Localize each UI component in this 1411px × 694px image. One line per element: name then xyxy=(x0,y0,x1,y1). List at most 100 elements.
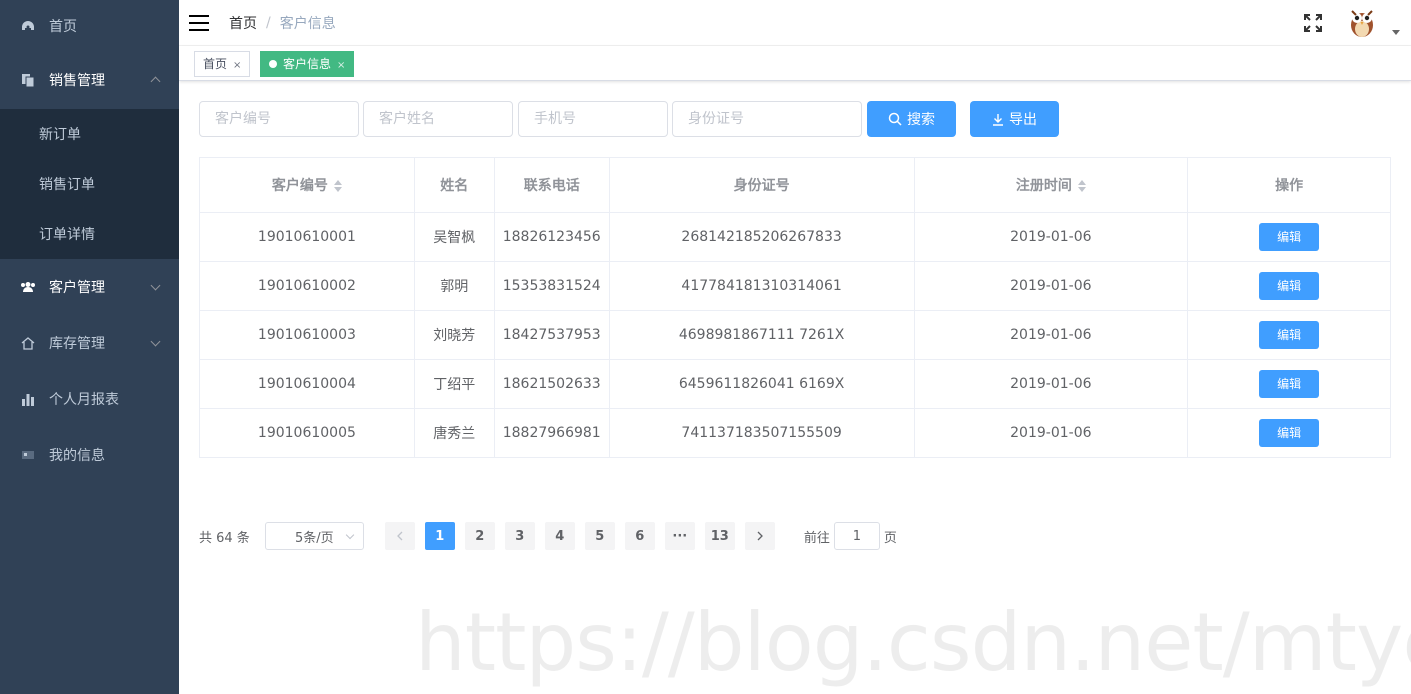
table-cell: 唐秀兰 xyxy=(413,408,495,458)
sidebar-item-new-order[interactable]: 新订单 xyxy=(0,109,179,159)
chevron-down-icon xyxy=(345,530,355,540)
page-button[interactable]: 2 xyxy=(464,522,495,550)
sort-icon[interactable] xyxy=(1077,180,1086,192)
table-cell: 741137183507155509 xyxy=(608,408,915,458)
sidebar-item-order-detail[interactable]: 订单详情 xyxy=(0,209,179,259)
customer-no-input[interactable] xyxy=(199,101,359,137)
goto-page-input[interactable] xyxy=(833,522,880,550)
sidebar-item-home[interactable]: 首页 xyxy=(0,0,179,51)
sidebar-item-label: 销售管理 xyxy=(49,73,105,89)
export-button-label: 导出 xyxy=(1009,112,1037,128)
id-card-icon xyxy=(20,447,36,463)
hamburger-icon[interactable] xyxy=(189,14,209,31)
table-row: 19010610003 刘晓芳 18427537953 4698981867111 7… xyxy=(199,310,1391,360)
caret-down-icon[interactable] xyxy=(1392,30,1400,35)
table-cell: 268142185206267833 xyxy=(608,212,915,262)
table-cell: 2019-01-06 xyxy=(913,261,1189,311)
table-cell: 19010610005 xyxy=(199,408,415,458)
table-row: 19010610004 丁绍平 18621502633 6459611826041 6… xyxy=(199,359,1391,409)
page-jumper: 前往 页 xyxy=(804,522,897,550)
table-cell: 19010610001 xyxy=(199,212,415,262)
navbar: 首页 / 客户信息 xyxy=(179,0,1411,46)
close-icon[interactable]: × xyxy=(233,60,241,71)
id-no-input[interactable] xyxy=(672,101,862,137)
fullscreen-icon[interactable] xyxy=(1303,13,1323,33)
page-size-value: 5条/页 xyxy=(294,530,334,546)
avatar[interactable] xyxy=(1347,5,1377,39)
page-button[interactable]: 13 xyxy=(704,522,735,550)
sidebar-item-inventory[interactable]: 库存管理 xyxy=(0,315,179,371)
home-icon xyxy=(20,335,36,351)
sidebar: 首页 销售管理 新订单 销售订单 订单详情 客户管理 库存管理 个人月报表 我的… xyxy=(0,0,179,694)
chevron-right-icon xyxy=(757,531,763,541)
table-row: 19010610002 郭明 15353831524 4177841813103140… xyxy=(199,261,1391,311)
page-list: 1 2 3 4 5 6 ··· 13 xyxy=(424,522,745,550)
page-button[interactable]: 4 xyxy=(544,522,575,550)
action-cell: 编辑 xyxy=(1187,261,1391,311)
close-icon[interactable]: × xyxy=(337,60,345,71)
tag-home[interactable]: 首页 × xyxy=(194,51,251,77)
chevron-up-icon xyxy=(150,76,161,87)
more-pages-button[interactable]: ··· xyxy=(664,522,695,550)
copy-icon xyxy=(20,72,36,88)
next-page-button[interactable] xyxy=(744,522,775,550)
table-cell: 吴智枫 xyxy=(413,212,495,262)
dashboard-icon xyxy=(20,18,36,34)
page-suffix: 页 xyxy=(883,530,897,546)
page-button[interactable]: 1 xyxy=(424,522,455,550)
watermark: https://blog.csdn.net/mtyedu xyxy=(415,596,1411,689)
prev-page-button[interactable] xyxy=(384,522,415,550)
sidebar-item-customers[interactable]: 客户管理 xyxy=(0,259,179,315)
edit-button[interactable]: 编辑 xyxy=(1259,370,1320,398)
chevron-down-icon xyxy=(150,336,161,347)
table-cell: 15353831524 xyxy=(493,261,610,311)
column-header[interactable]: 客户编号 xyxy=(199,157,415,213)
sidebar-item-my-info[interactable]: 我的信息 xyxy=(0,427,179,483)
sidebar-item-sales[interactable]: 销售管理 xyxy=(0,51,179,109)
edit-button[interactable]: 编辑 xyxy=(1259,419,1320,447)
submenu-sales: 新订单 销售订单 订单详情 xyxy=(0,109,179,259)
table-cell: 4698981867111 7261X xyxy=(608,310,915,360)
page-button[interactable]: 3 xyxy=(504,522,535,550)
column-header: 身份证号 xyxy=(608,157,915,213)
sidebar-item-sales-order[interactable]: 销售订单 xyxy=(0,159,179,209)
sort-icon[interactable] xyxy=(333,180,342,192)
download-icon xyxy=(993,113,1003,126)
page-size-select[interactable]: 5条/页 xyxy=(264,522,364,550)
tag-customer-info[interactable]: 客户信息 × xyxy=(260,51,355,77)
people-icon xyxy=(20,279,36,295)
sidebar-item-label: 新订单 xyxy=(39,127,81,143)
breadcrumb: 首页 / 客户信息 xyxy=(229,13,336,33)
table-cell: 18826123456 xyxy=(493,212,610,262)
phone-input[interactable] xyxy=(518,101,668,137)
column-header[interactable]: 注册时间 xyxy=(913,157,1189,213)
sidebar-item-label: 销售订单 xyxy=(39,177,95,193)
table-cell: 6459611826041 6169X xyxy=(608,359,915,409)
edit-button[interactable]: 编辑 xyxy=(1259,321,1320,349)
bar-chart-icon xyxy=(20,391,36,407)
table-cell: 19010610002 xyxy=(199,261,415,311)
table-cell: 18427537953 xyxy=(493,310,610,360)
table-cell: 417784181310314061 xyxy=(608,261,915,311)
sidebar-item-monthly-report[interactable]: 个人月报表 xyxy=(0,371,179,427)
sidebar-item-label: 库存管理 xyxy=(49,336,105,352)
search-button[interactable]: 搜索 xyxy=(867,101,956,137)
pagination: 共 64 条 5条/页 123456 ··· 13 前往 页 xyxy=(199,521,897,551)
table-cell: 18827966981 xyxy=(493,408,610,458)
table-cell: 2019-01-06 xyxy=(913,408,1189,458)
table-cell: 刘晓芳 xyxy=(413,310,495,360)
sidebar-item-label: 我的信息 xyxy=(49,448,105,464)
breadcrumb-home[interactable]: 首页 xyxy=(229,13,257,33)
table-header-row: 客户编号 姓名 联系电话 身份证号 注册时间 操作 xyxy=(199,157,1391,213)
customer-name-input[interactable] xyxy=(363,101,513,137)
chevron-down-icon xyxy=(150,280,161,291)
table-cell: 19010610004 xyxy=(199,359,415,409)
edit-button[interactable]: 编辑 xyxy=(1259,272,1320,300)
edit-button[interactable]: 编辑 xyxy=(1259,223,1320,251)
page-button[interactable]: 6 xyxy=(624,522,655,550)
export-button[interactable]: 导出 xyxy=(970,101,1059,137)
page-button[interactable]: 5 xyxy=(584,522,615,550)
search-button-label: 搜索 xyxy=(907,112,935,128)
sidebar-item-label: 客户管理 xyxy=(49,280,105,296)
column-header: 姓名 xyxy=(413,157,495,213)
